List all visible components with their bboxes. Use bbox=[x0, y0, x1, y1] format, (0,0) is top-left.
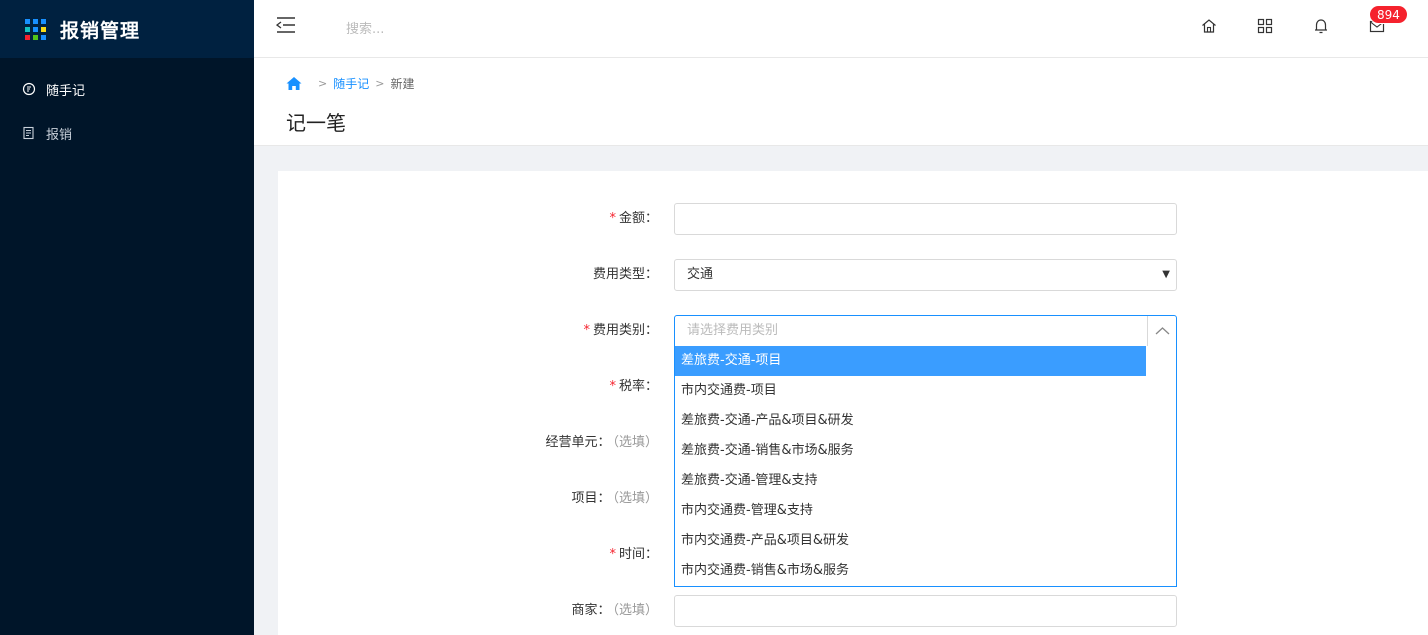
caret-down-icon: ▼ bbox=[1162, 269, 1170, 280]
sidebar: 报销管理 随手记 报销 bbox=[0, 0, 254, 635]
search-input[interactable] bbox=[346, 19, 606, 39]
expense-type-label: 费用类型： bbox=[592, 267, 658, 282]
project-label: 项目： （选填） bbox=[571, 491, 658, 506]
form-card: * 金额： 费用类型： 交通 ▼ * 费用类别： 请选择费用类别 * 税率： 经营单元… bbox=[278, 171, 1428, 635]
expense-category-dropdown: 差旅费-交通-项目 市内交通费-项目 差旅费-交通-产品&项目&研发 差旅费-交… bbox=[674, 346, 1177, 587]
home-icon[interactable] bbox=[1200, 17, 1218, 35]
business-unit-label: 经营单元： （选填） bbox=[545, 435, 658, 450]
note-icon bbox=[22, 82, 36, 96]
tax-rate-label: * 税率： bbox=[609, 379, 658, 394]
expense-category-select[interactable]: 请选择费用类别 bbox=[674, 315, 1177, 347]
form-row-expense-category: * 费用类别： 请选择费用类别 bbox=[278, 315, 1428, 347]
dropdown-toggle[interactable] bbox=[1147, 316, 1176, 346]
form-row-amount: * 金额： bbox=[278, 203, 1428, 235]
sidebar-nav: 随手记 报销 bbox=[0, 58, 254, 155]
expense-category-placeholder: 请选择费用类别 bbox=[687, 323, 779, 338]
dropdown-option[interactable]: 市内交通费-项目 bbox=[675, 376, 1146, 406]
form-row-expense-type: 费用类型： 交通 ▼ bbox=[278, 259, 1428, 291]
amount-label: * 金额： bbox=[609, 211, 658, 226]
breadcrumb-home-icon[interactable] bbox=[286, 76, 302, 91]
chevron-up-icon bbox=[1155, 327, 1170, 335]
dropdown-option[interactable]: 市内交通费-管理&支持 bbox=[675, 496, 1146, 526]
page-title: 记一笔 bbox=[286, 111, 346, 135]
dropdown-option[interactable]: 差旅费-交通-项目 bbox=[675, 346, 1146, 376]
form-row-merchant: 商家： （选填） bbox=[278, 595, 1428, 627]
dropdown-option[interactable]: 差旅费-交通-产品&项目&研发 bbox=[675, 406, 1146, 436]
apps-logo-icon bbox=[25, 18, 46, 40]
bell-icon[interactable] bbox=[1312, 17, 1330, 35]
expense-category-label: * 费用类别： bbox=[583, 323, 658, 338]
breadcrumb-separator: > bbox=[318, 77, 328, 90]
expense-type-select[interactable]: 交通 ▼ bbox=[674, 259, 1177, 291]
app-title: 报销管理 bbox=[60, 19, 141, 42]
expense-type-value: 交通 bbox=[687, 267, 714, 282]
document-icon bbox=[23, 126, 34, 140]
breadcrumb: > 随手记 > 新建 bbox=[286, 75, 414, 92]
merchant-input[interactable] bbox=[674, 595, 1177, 627]
dropdown-option[interactable]: 差旅费-交通-管理&支持 bbox=[675, 466, 1146, 496]
menu-fold-icon[interactable] bbox=[276, 16, 296, 34]
page-header: > 随手记 > 新建 记一笔 bbox=[254, 58, 1428, 146]
merchant-label: 商家： （选填） bbox=[571, 603, 658, 618]
breadcrumb-item-notes[interactable]: 随手记 bbox=[333, 75, 369, 92]
apps-grid-icon[interactable] bbox=[1256, 17, 1274, 35]
brand: 报销管理 bbox=[0, 0, 254, 58]
top-header: 894 bbox=[254, 0, 1428, 58]
sidebar-item-reimbursement[interactable]: 报销 bbox=[0, 111, 254, 155]
amount-input[interactable] bbox=[674, 203, 1177, 235]
dropdown-option[interactable]: 市内交通费-销售&市场&服务 bbox=[675, 556, 1146, 586]
dropdown-option[interactable]: 差旅费-交通-销售&市场&服务 bbox=[675, 436, 1146, 466]
time-label: * 时间： bbox=[609, 547, 658, 562]
sidebar-item-label: 随手记 bbox=[46, 83, 86, 99]
sidebar-item-notes[interactable]: 随手记 bbox=[0, 67, 254, 111]
sidebar-item-label: 报销 bbox=[46, 127, 73, 143]
breadcrumb-separator: > bbox=[375, 77, 385, 90]
breadcrumb-item-new: 新建 bbox=[390, 77, 415, 91]
notification-badge: 894 bbox=[1369, 5, 1408, 24]
dropdown-option[interactable]: 市内交通费-产品&项目&研发 bbox=[675, 526, 1146, 556]
